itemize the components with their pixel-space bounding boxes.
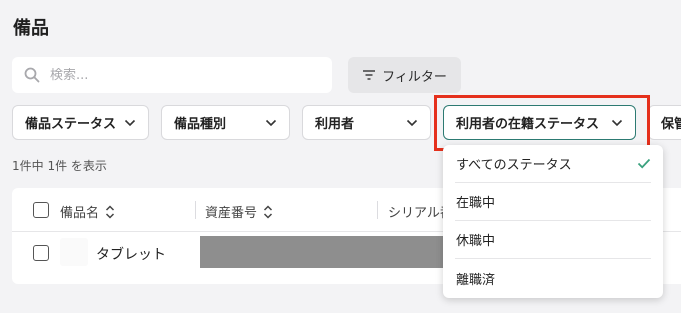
- filter-storage[interactable]: 保管: [648, 105, 681, 140]
- equipment-thumbnail: [60, 238, 88, 266]
- menu-item-on-leave[interactable]: 休職中: [455, 221, 651, 259]
- filter-icon: [363, 70, 376, 80]
- filter-button-label: フィルター: [382, 69, 447, 85]
- filter-label: 利用者: [315, 117, 355, 132]
- redacted-cell: [200, 236, 460, 268]
- check-icon: [637, 158, 651, 169]
- search-icon: [24, 67, 40, 83]
- row-checkbox[interactable]: [33, 245, 49, 261]
- chevron-down-icon: [124, 119, 136, 126]
- filter-label: 備品種別: [174, 117, 227, 132]
- column-divider: [195, 201, 196, 219]
- chevron-down-icon: [265, 119, 277, 126]
- search-box[interactable]: [12, 57, 332, 93]
- filter-label: 保管: [661, 117, 681, 132]
- filter-user[interactable]: 利用者: [302, 105, 431, 140]
- chevron-down-icon: [406, 119, 418, 126]
- filter-equipment-type[interactable]: 備品種別: [161, 105, 290, 140]
- chevron-down-icon: [611, 119, 623, 126]
- menu-item-retired[interactable]: 離職済: [455, 259, 651, 297]
- filter-user-employment-status[interactable]: 利用者の在籍ステータス: [443, 105, 636, 140]
- result-count: 1件中 1件 を表示: [12, 159, 107, 173]
- page-title: 備品: [13, 18, 49, 39]
- select-all-checkbox[interactable]: [33, 202, 49, 218]
- sort-icon: [263, 204, 273, 219]
- menu-item-employed[interactable]: 在職中: [455, 183, 651, 221]
- column-header-name[interactable]: 備品名: [60, 202, 115, 221]
- menu-item-all-statuses[interactable]: すべてのステータス: [455, 145, 651, 183]
- filter-label: 利用者の在籍ステータス: [456, 117, 600, 132]
- filter-label: 備品ステータス: [25, 117, 117, 132]
- search-input[interactable]: [50, 67, 310, 83]
- column-divider: [377, 201, 378, 219]
- filter-equipment-status[interactable]: 備品ステータス: [12, 105, 149, 140]
- equipment-name[interactable]: タブレット: [96, 244, 166, 264]
- filter-button[interactable]: フィルター: [348, 57, 461, 93]
- column-header-asset-number[interactable]: 資産番号: [205, 202, 273, 221]
- employment-status-menu: すべてのステータス 在職中 休職中 離職済: [443, 145, 663, 298]
- sort-icon: [105, 204, 115, 219]
